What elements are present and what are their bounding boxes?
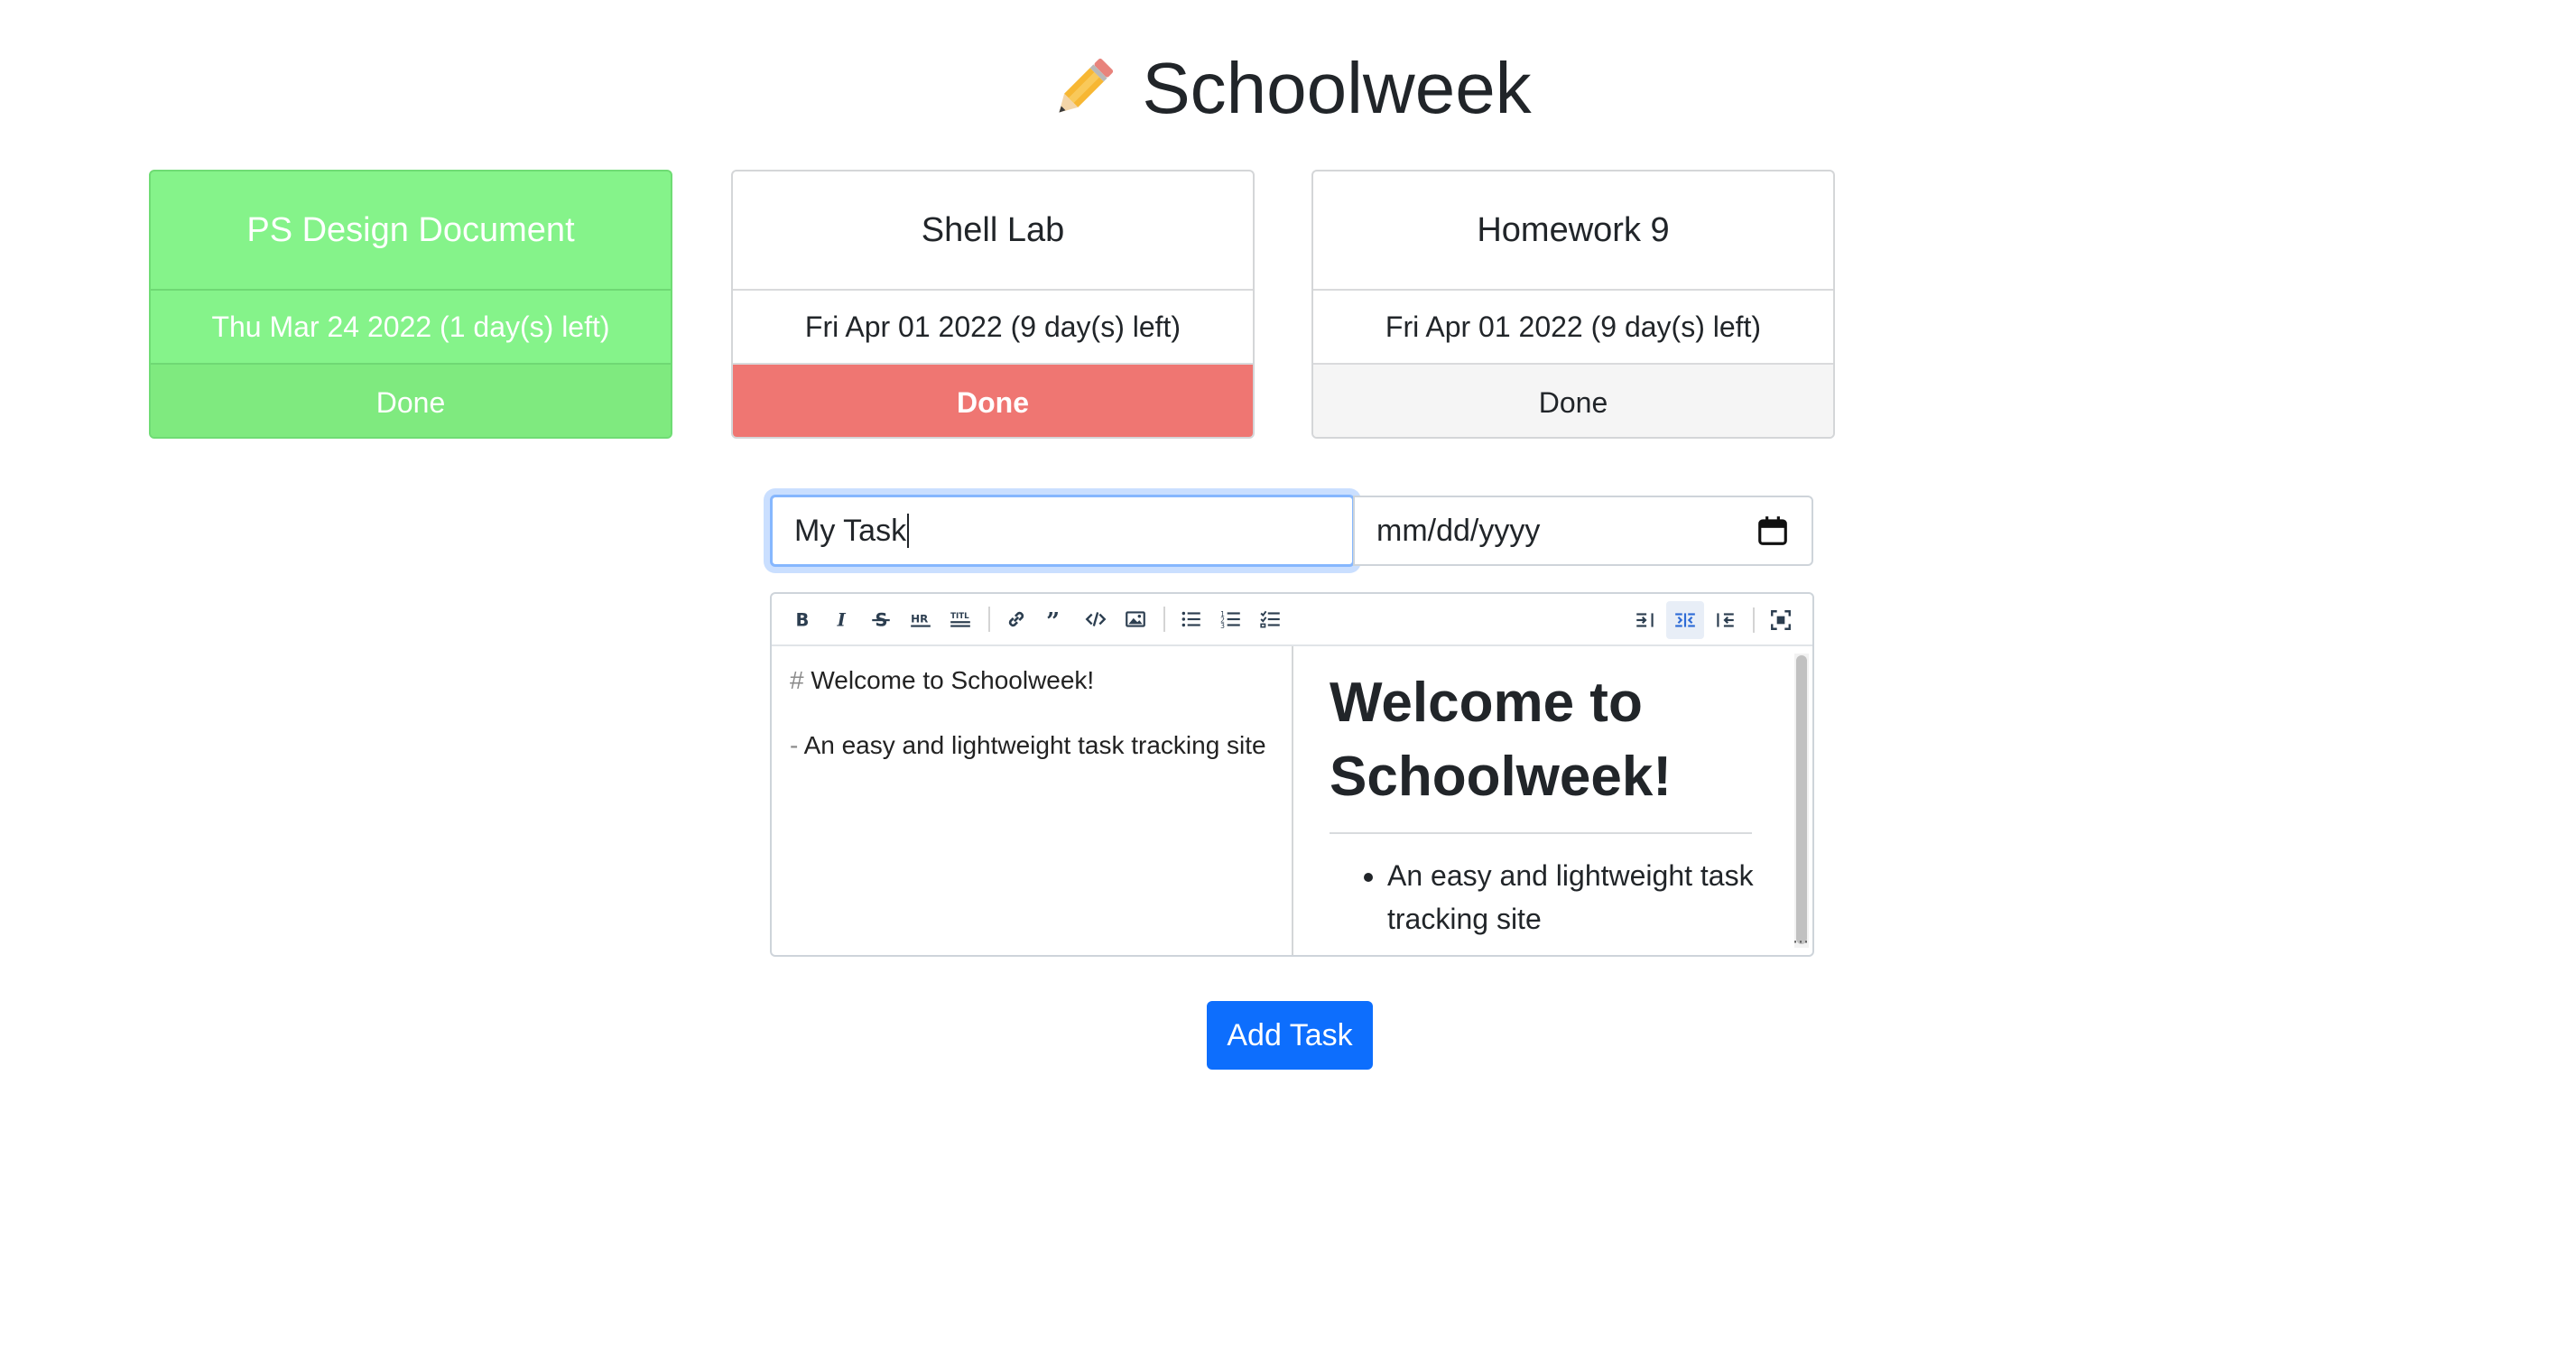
pencil-icon bbox=[1059, 58, 1114, 113]
markdown-editor: B I S HR TITL ” 123 # Welcome to Schoolw… bbox=[770, 592, 1814, 957]
image-icon[interactable] bbox=[1117, 600, 1154, 638]
strikethrough-icon[interactable]: S bbox=[862, 600, 900, 638]
markdown-preview-pane: Welcome to Schoolweek! An easy and light… bbox=[1295, 646, 1812, 955]
preview-list-item: An easy and lightweight task tracking si… bbox=[1387, 854, 1778, 941]
markdown-source-pane[interactable]: # Welcome to Schoolweek! - An easy and l… bbox=[772, 646, 1293, 955]
toolbar-separator bbox=[1163, 607, 1165, 632]
date-placeholder: mm/dd/yyyy bbox=[1376, 513, 1541, 548]
svg-text:B: B bbox=[796, 610, 810, 631]
bold-icon[interactable]: B bbox=[783, 600, 820, 638]
task-due-date: Fri Apr 01 2022 (9 day(s) left) bbox=[1313, 291, 1833, 365]
done-button[interactable]: Done bbox=[1313, 365, 1833, 437]
editor-toolbar: B I S HR TITL ” 123 bbox=[772, 594, 1812, 646]
calendar-icon[interactable] bbox=[1756, 514, 1790, 548]
page-title: Schoolweek bbox=[0, 43, 2576, 134]
task-due-date: Thu Mar 24 2022 (1 day(s) left) bbox=[151, 291, 671, 365]
italic-icon[interactable]: I bbox=[822, 600, 860, 638]
done-button[interactable]: Done bbox=[151, 365, 671, 437]
preview-heading: Welcome to Schoolweek! bbox=[1330, 666, 1752, 834]
task-card: Homework 9 Fri Apr 01 2022 (9 day(s) lef… bbox=[1311, 170, 1835, 439]
svg-text:TITL: TITL bbox=[950, 612, 969, 621]
task-title: PS Design Document bbox=[151, 172, 671, 291]
task-card: PS Design Document Thu Mar 24 2022 (1 da… bbox=[149, 170, 672, 439]
due-date-input[interactable]: mm/dd/yyyy bbox=[1353, 496, 1813, 566]
task-name-value: My Task bbox=[794, 513, 907, 548]
page-title-text: Schoolweek bbox=[1142, 48, 1532, 128]
title-icon[interactable]: TITL bbox=[941, 600, 979, 638]
source-list-line: - An easy and lightweight task tracking … bbox=[790, 729, 1274, 762]
preview-scrollbar[interactable] bbox=[1794, 654, 1809, 948]
horizontal-rule-icon[interactable]: HR bbox=[902, 600, 940, 638]
source-heading-line: # Welcome to Schoolweek! bbox=[790, 664, 1274, 697]
add-task-button[interactable]: Add Task bbox=[1207, 1001, 1373, 1070]
source-list-text: An easy and lightweight task tracking si… bbox=[803, 731, 1266, 759]
svg-text:”: ” bbox=[1046, 608, 1060, 631]
source-heading-text: Welcome to Schoolweek! bbox=[811, 666, 1095, 694]
ordered-list-icon[interactable]: 123 bbox=[1212, 600, 1250, 638]
task-due-date: Fri Apr 01 2022 (9 day(s) left) bbox=[733, 291, 1253, 365]
task-name-input[interactable]: My Task bbox=[770, 495, 1355, 567]
svg-text:I: I bbox=[837, 610, 847, 631]
done-button[interactable]: Done bbox=[733, 365, 1253, 437]
checklist-icon[interactable] bbox=[1252, 600, 1290, 638]
svg-text:3: 3 bbox=[1220, 622, 1225, 630]
task-title: Homework 9 bbox=[1313, 172, 1833, 291]
task-card: Shell Lab Fri Apr 01 2022 (9 day(s) left… bbox=[731, 170, 1255, 439]
edit-mode-icon[interactable] bbox=[1626, 601, 1664, 639]
scrollbar-thumb[interactable] bbox=[1796, 655, 1807, 944]
fullscreen-icon[interactable] bbox=[1762, 601, 1800, 639]
split-mode-icon[interactable] bbox=[1666, 601, 1704, 639]
heading-marker: # bbox=[790, 666, 804, 694]
unordered-list-icon[interactable] bbox=[1172, 600, 1210, 638]
svg-text:HR: HR bbox=[911, 612, 928, 625]
link-icon[interactable] bbox=[997, 600, 1035, 638]
task-title: Shell Lab bbox=[733, 172, 1253, 291]
toolbar-separator bbox=[1753, 607, 1755, 633]
resize-handle[interactable]: ⋯ bbox=[1793, 932, 1809, 951]
quote-icon[interactable]: ” bbox=[1037, 600, 1075, 638]
text-caret bbox=[907, 514, 910, 548]
list-marker: - bbox=[790, 731, 799, 759]
toolbar-separator bbox=[988, 607, 990, 632]
preview-list: An easy and lightweight task tracking si… bbox=[1330, 854, 1778, 941]
code-icon[interactable] bbox=[1077, 600, 1115, 638]
preview-mode-icon[interactable] bbox=[1706, 601, 1744, 639]
